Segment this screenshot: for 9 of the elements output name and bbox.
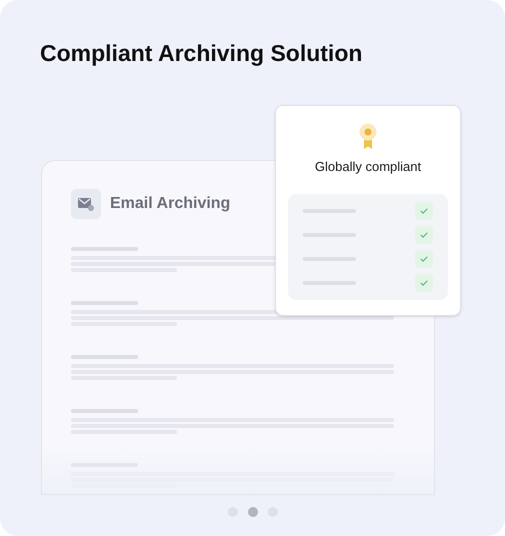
document-title: Email Archiving — [110, 194, 230, 214]
check-icon — [420, 256, 428, 262]
award-icon — [359, 122, 377, 150]
envelope-icon — [71, 189, 101, 219]
check-icon — [420, 232, 428, 238]
check-icon — [420, 280, 428, 286]
check-icon — [420, 208, 428, 214]
card-title: Globally compliant — [314, 158, 422, 176]
page-title: Compliant Archiving Solution — [40, 39, 364, 67]
